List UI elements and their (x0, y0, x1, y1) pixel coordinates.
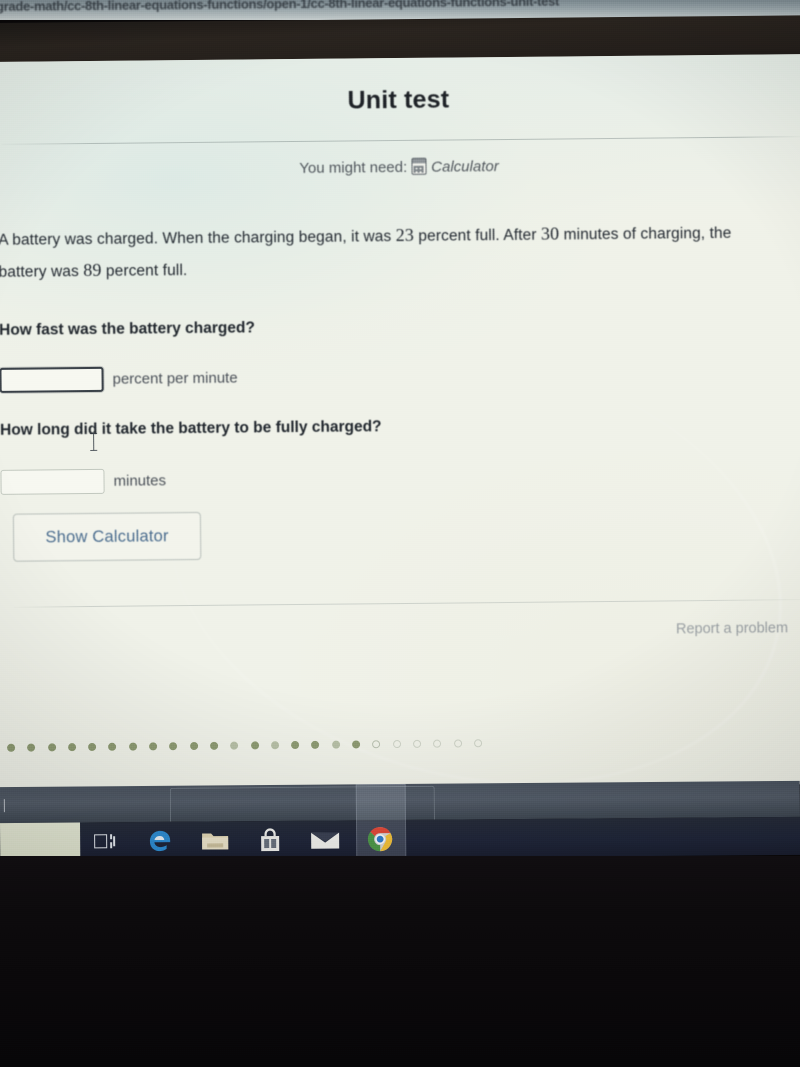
page-title: Unit test (347, 85, 450, 115)
windows-taskbar-area (0, 780, 800, 858)
progress-dot-answered[interactable] (47, 743, 56, 752)
calculator-hint: You might need: Calculator (0, 154, 800, 180)
problem-statement: A battery was charged. When the charging… (0, 216, 799, 288)
task-view-icon[interactable] (88, 822, 122, 858)
problem-text-e: percent full. (101, 262, 188, 280)
file-explorer-icon[interactable] (198, 821, 232, 858)
laptop-display: -grade-math/cc-8th-linear-equations-func… (0, 0, 800, 858)
progress-dot-remaining[interactable] (453, 739, 462, 748)
browser-url-text: -grade-math/cc-8th-linear-equations-func… (0, 0, 560, 14)
answer-unit-2: minutes (113, 472, 167, 490)
header-divider (1, 136, 800, 145)
problem-value-end: 89 (83, 259, 102, 281)
progress-dot-answered[interactable] (27, 743, 36, 752)
progress-dot-answered[interactable] (250, 741, 259, 750)
answer-unit-1: percent per minute (112, 369, 238, 388)
calculator-hint-label[interactable]: Calculator (431, 158, 499, 176)
progress-dot-remaining[interactable] (433, 739, 442, 748)
progress-dot-answered[interactable] (128, 742, 137, 751)
problem-text-b: percent full. After (413, 226, 542, 245)
problem-value-minutes: 30 (540, 223, 560, 244)
microsoft-edge-icon[interactable] (143, 822, 177, 858)
progress-dot-answered[interactable] (88, 742, 97, 752)
progress-dot-answered[interactable] (67, 743, 77, 752)
problem-text-d: battery was (0, 263, 84, 281)
progress-dots[interactable] (7, 739, 482, 752)
khan-academy-page: Unit test You might need: Calculator A ba… (0, 54, 800, 792)
report-a-problem-link[interactable]: Report a problem (676, 620, 788, 637)
progress-dot-answered[interactable] (169, 742, 178, 751)
progress-dot-answered[interactable] (270, 741, 279, 750)
progress-dot-answered[interactable] (210, 741, 219, 750)
calculator-icon (411, 157, 427, 175)
answer-input-percent-per-minute[interactable] (0, 366, 104, 393)
windows-taskbar (0, 816, 800, 858)
microsoft-store-icon[interactable] (253, 821, 287, 858)
progress-dot-remaining[interactable] (473, 739, 482, 748)
question-2-answer-row: minutes (0, 468, 166, 495)
question-2-prompt: How long did it take the battery to be f… (0, 418, 382, 439)
caret-artifact (3, 799, 5, 813)
progress-dot-answered[interactable] (311, 740, 320, 749)
google-chrome-icon[interactable] (363, 820, 397, 858)
question-1-answer-row: percent per minute (0, 366, 238, 393)
progress-dot-answered[interactable] (352, 740, 361, 749)
question-1-prompt: How fast was the battery charged? (0, 319, 255, 339)
start-button[interactable] (0, 822, 81, 858)
answer-input-minutes[interactable] (0, 468, 105, 495)
footer-divider (13, 599, 800, 608)
progress-dot-remaining[interactable] (412, 739, 422, 748)
progress-dot-remaining[interactable] (372, 740, 381, 749)
progress-dot-answered[interactable] (189, 741, 198, 751)
progress-dot-answered[interactable] (7, 743, 16, 752)
show-calculator-button[interactable]: Show Calculator (12, 511, 202, 562)
progress-dot-answered[interactable] (331, 740, 340, 749)
laptop-bezel: hp (0, 856, 800, 1067)
laptop-screen-photo: -grade-math/cc-8th-linear-equations-func… (0, 0, 800, 1067)
progress-dot-answered[interactable] (108, 742, 117, 751)
problem-value-start: 23 (395, 224, 415, 246)
progress-dot-answered[interactable] (149, 742, 158, 751)
progress-dot-remaining[interactable] (392, 740, 401, 749)
mail-icon[interactable] (308, 820, 342, 858)
calculator-hint-prefix: You might need: (299, 158, 408, 177)
problem-text-a: A battery was charged. When the charging… (0, 228, 396, 249)
progress-dot-answered[interactable] (230, 741, 239, 750)
progress-dot-answered[interactable] (291, 740, 300, 750)
taskbar-icons (88, 820, 397, 858)
problem-text-c: minutes of charging, the (559, 224, 732, 244)
